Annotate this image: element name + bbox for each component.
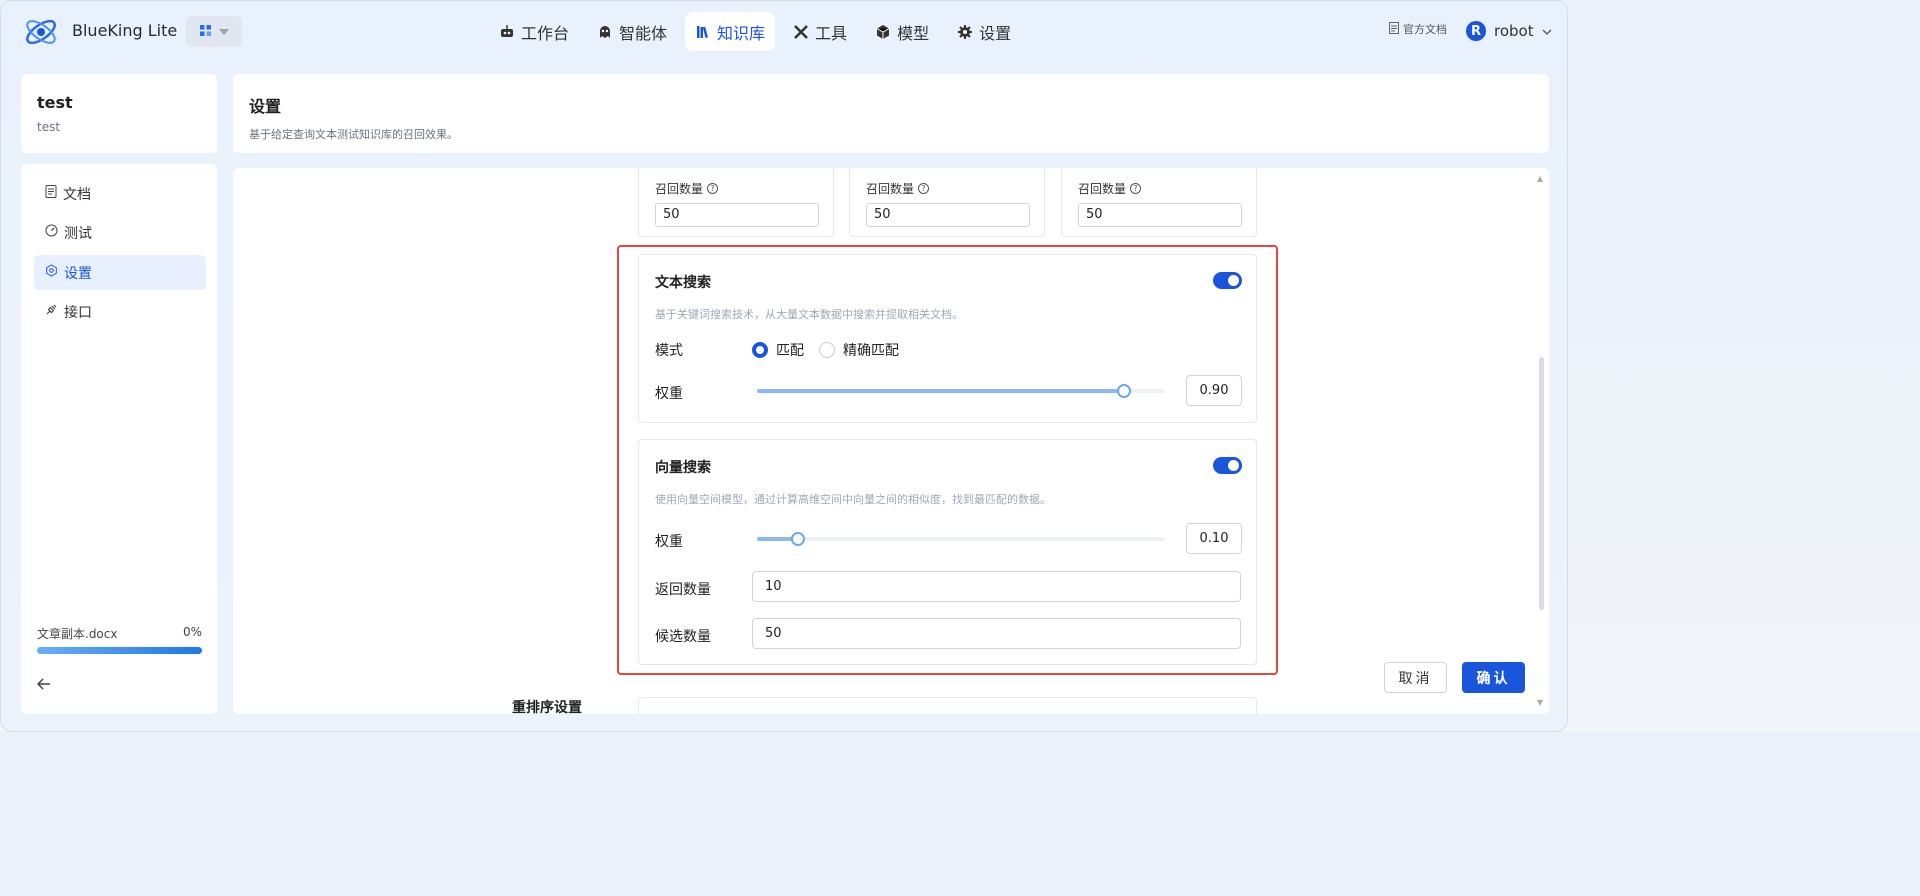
tools-icon: [793, 24, 809, 40]
nav-item-settings[interactable]: 设置: [947, 12, 1021, 51]
ghost-icon: [597, 24, 613, 40]
recall-count-input[interactable]: 50: [655, 203, 819, 227]
gauge-icon: [45, 224, 58, 241]
chevron-down-icon: [1542, 22, 1552, 40]
upload-file-name: 文章副本.docx: [37, 627, 118, 641]
blueking-logo-icon[interactable]: [23, 15, 59, 49]
nav-item-tools[interactable]: 工具: [783, 12, 857, 51]
nav-label: 知识库: [717, 23, 766, 43]
knowledge-base-card: test test: [21, 74, 217, 153]
doc-link[interactable]: 官方文档: [1389, 21, 1447, 37]
nav-item-workbench[interactable]: 工作台: [489, 12, 579, 51]
chevron-down-icon: [218, 24, 229, 40]
cube-icon: [875, 24, 891, 40]
knowledge-base-subtitle: test: [37, 120, 61, 134]
sidebar-item-settings[interactable]: 设置: [34, 255, 206, 290]
recall-count-input[interactable]: 50: [1078, 203, 1242, 227]
recall-card: 召回数量? 50: [638, 168, 834, 237]
nav-label: 智能体: [619, 23, 668, 43]
nav-label: 模型: [897, 23, 930, 43]
help-icon[interactable]: ?: [1130, 183, 1142, 194]
user-menu[interactable]: R robot: [1466, 21, 1552, 41]
settings-panel: 召回数量? 50 召回数量? 50 召回数量? 50 文本搜索 基于关键词搜索技…: [233, 168, 1549, 714]
robot-icon: [499, 24, 515, 40]
user-name: robot: [1494, 22, 1534, 40]
top-header: BlueKing Lite 工作台 智能体 知识库 工具 模型 设置 官方文档 …: [1, 1, 1567, 63]
rerank-card: [638, 697, 1257, 714]
recall-card: 召回数量? 50: [1061, 168, 1257, 237]
sidebar-item-label: 测试: [64, 225, 92, 242]
document-icon: [1389, 21, 1399, 37]
plug-icon: [45, 303, 58, 320]
scroll-up-icon[interactable]: ▲: [1537, 174, 1543, 183]
nav-item-models[interactable]: 模型: [865, 12, 939, 51]
upload-progress-bar: [37, 647, 202, 654]
gear-icon: [957, 24, 973, 40]
app-window: BlueKing Lite 工作台 智能体 知识库 工具 模型 设置 官方文档 …: [0, 0, 1568, 732]
recall-label: 召回数量: [866, 182, 915, 196]
cancel-button[interactable]: 取消: [1384, 662, 1447, 693]
gear-icon: [45, 264, 58, 281]
sidebar: 文档 测试 设置 接口 文章副本.docx 0%: [21, 164, 217, 714]
rerank-title: 重排序设置: [512, 700, 582, 714]
knowledge-base-title: test: [37, 93, 73, 112]
highlight-box: [617, 245, 1278, 675]
page-title: 设置: [249, 97, 282, 116]
scrollbar-thumb[interactable]: [1539, 357, 1544, 610]
nav-item-agents[interactable]: 智能体: [587, 12, 677, 51]
recall-label: 召回数量: [1078, 182, 1127, 196]
back-arrow-icon[interactable]: [36, 675, 51, 694]
help-icon[interactable]: ?: [918, 183, 930, 194]
nav-label: 工作台: [521, 23, 570, 43]
doc-link-label: 官方文档: [1403, 23, 1447, 36]
sidebar-item-label: 设置: [64, 265, 92, 282]
avatar: R: [1466, 21, 1486, 41]
confirm-button[interactable]: 确认: [1462, 662, 1525, 693]
sidebar-item-test[interactable]: 测试: [34, 215, 206, 250]
scroll-down-icon[interactable]: ▼: [1537, 698, 1543, 707]
apps-grid-icon: [199, 24, 211, 40]
page-header-card: 设置 基于给定查询文本测试知识库的召回效果。: [233, 74, 1549, 153]
sidebar-item-label: 文档: [63, 186, 91, 203]
nav-label: 工具: [815, 23, 848, 43]
library-icon: [695, 24, 711, 40]
recall-count-input[interactable]: 50: [866, 203, 1030, 227]
recall-label: 召回数量: [655, 182, 704, 196]
nav-label: 设置: [979, 23, 1012, 43]
upload-progress: 文章副本.docx 0%: [37, 625, 202, 654]
recall-card: 召回数量? 50: [849, 168, 1045, 237]
sidebar-item-label: 接口: [64, 304, 92, 321]
page-description: 基于给定查询文本测试知识库的召回效果。: [249, 128, 458, 141]
app-switcher[interactable]: [186, 16, 242, 47]
upload-progress-text: 0%: [182, 625, 202, 639]
scrollbar[interactable]: ▲ ▼: [1537, 174, 1545, 708]
nav-item-knowledge[interactable]: 知识库: [685, 12, 776, 51]
main-nav: 工作台 智能体 知识库 工具 模型 设置: [489, 12, 1021, 51]
brand-name[interactable]: BlueKing Lite: [72, 21, 177, 40]
document-icon: [45, 185, 57, 202]
help-icon[interactable]: ?: [707, 183, 719, 194]
sidebar-item-api[interactable]: 接口: [34, 294, 206, 329]
sidebar-item-documents[interactable]: 文档: [34, 176, 206, 211]
